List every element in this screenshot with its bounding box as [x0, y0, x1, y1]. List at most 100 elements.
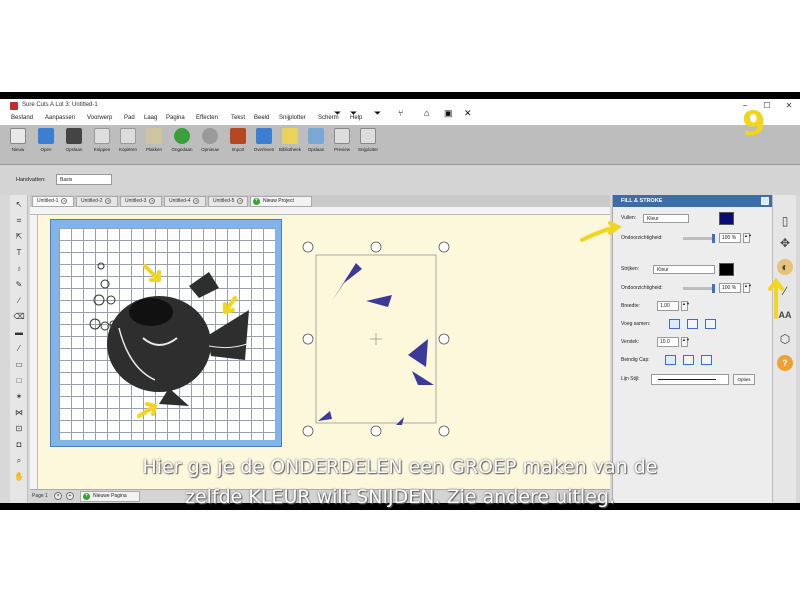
open-button[interactable]: Open: [34, 128, 58, 152]
fill-color-swatch[interactable]: [719, 212, 734, 225]
library-button[interactable]: Bibliotheek: [278, 128, 302, 152]
tab-untitled-3[interactable]: Untitled-3 ×: [120, 196, 162, 207]
trace-button[interactable]: Overleven: [252, 128, 276, 152]
cut-button[interactable]: Knippen: [90, 128, 114, 152]
text-panel-icon[interactable]: AA: [777, 307, 793, 323]
miter-input[interactable]: 10.0: [657, 337, 679, 347]
cap-butt-button[interactable]: [665, 355, 676, 365]
miter-spinner[interactable]: ▲▼: [681, 337, 690, 347]
vertical-ruler: [30, 215, 38, 489]
stroke-opacity-slider[interactable]: [683, 284, 715, 293]
stroke-opacity-input[interactable]: 100 %: [719, 283, 741, 293]
tab-close-icon[interactable]: ×: [105, 197, 112, 204]
join-round-button[interactable]: [687, 319, 698, 329]
tab-untitled-2[interactable]: Untitled-2 ×: [76, 196, 118, 207]
weld-tool-icon[interactable]: ⋈: [13, 407, 25, 419]
frame-tool-icon[interactable]: ◘: [13, 439, 25, 451]
new-button[interactable]: Nieuw: [6, 128, 30, 152]
tab-close-icon[interactable]: ×: [193, 197, 200, 204]
save-button[interactable]: Opslaan: [62, 128, 86, 152]
document-tabs: Untitled-1 × Untitled-2 × Untitled-3 × Unti…: [30, 195, 610, 207]
panel-close-icon[interactable]: [761, 197, 769, 205]
tab-untitled-1[interactable]: Untitled-1 ×: [32, 196, 74, 207]
stroke-color-swatch[interactable]: [719, 263, 734, 276]
tab-close-icon[interactable]: ×: [149, 197, 156, 204]
width-spinner[interactable]: ▲▼: [681, 301, 690, 311]
new-document-icon: [10, 128, 26, 144]
blue-shape: [318, 411, 332, 421]
tool-palette: ↖ ⌗ ⇱ T ♁ ✎ ∕ ⌫ ▬ ⁄ ▭ □ ✶ ⋈ ⊡ ◘ ⌕ ✋: [10, 195, 28, 503]
hand-tool-icon[interactable]: ✋: [13, 471, 25, 483]
cap-square-button[interactable]: [701, 355, 712, 365]
annotation-arrow: [143, 264, 161, 282]
menu-bestand[interactable]: Bestand: [11, 115, 33, 121]
eraser-tool-icon[interactable]: ⌫: [13, 311, 25, 323]
blue-shape: [332, 263, 362, 301]
fill-type-select[interactable]: Kleur: [643, 214, 689, 223]
paste-button[interactable]: Plakken: [142, 128, 166, 152]
help-panel-icon[interactable]: ?: [777, 355, 793, 371]
rectangle-tool-icon[interactable]: □: [13, 375, 25, 387]
paint-tool-icon[interactable]: ♁: [13, 263, 25, 275]
selection-area[interactable]: [296, 235, 476, 445]
new-project-tab[interactable]: + Nieuw Project: [250, 196, 312, 207]
select-tool-icon[interactable]: ↖: [13, 199, 25, 211]
fill-opacity-spinner[interactable]: ▲▼: [743, 233, 752, 243]
fill-opacity-slider[interactable]: [683, 234, 715, 243]
fill-stroke-panel-icon[interactable]: ◐: [777, 259, 793, 275]
right-dock: ▯ ✥ ◐ ∕ AA ⬡ ?: [772, 195, 796, 503]
knife-tool-icon[interactable]: ▬: [13, 327, 25, 339]
document-panel-icon[interactable]: ▯: [777, 213, 793, 229]
fish-artwork[interactable]: [59, 228, 275, 440]
cap-round-button[interactable]: [683, 355, 694, 365]
star-tool-icon[interactable]: ✶: [13, 391, 25, 403]
stroke-type-select[interactable]: Kleur: [653, 265, 715, 274]
canvas[interactable]: [30, 207, 610, 489]
brush-tool-icon[interactable]: ∕: [13, 295, 25, 307]
menu-aanpassen[interactable]: Aanpassen: [45, 115, 75, 121]
menu-pad[interactable]: Pad: [124, 115, 135, 121]
close-icon[interactable]: ✕: [464, 108, 472, 119]
handles-select[interactable]: Basis: [56, 174, 112, 185]
pencil-tool-icon[interactable]: ✎: [13, 279, 25, 291]
crop-tool-icon[interactable]: ⌗: [13, 215, 25, 227]
copy-button[interactable]: Kopiëren: [116, 128, 140, 152]
menu-effecten[interactable]: Effecten: [196, 115, 218, 121]
menu-voorwerp[interactable]: Voorwerp: [87, 115, 112, 121]
menu-snijplotter[interactable]: Snijplotter: [279, 115, 306, 121]
menu-beeld[interactable]: Beeld: [254, 115, 269, 121]
eyedropper-tool-icon[interactable]: ⁄: [13, 343, 25, 355]
store-button[interactable]: Opslaan: [304, 128, 328, 152]
tab-untitled-4[interactable]: Untitled-4 ×: [164, 196, 206, 207]
width-input[interactable]: 1.00: [657, 301, 679, 311]
menu-pagina[interactable]: Pagina: [166, 115, 185, 121]
stroke-opacity-spinner[interactable]: ▲▼: [743, 283, 752, 293]
shape-tool-icon[interactable]: ▭: [13, 359, 25, 371]
undo-button[interactable]: Ongedaan: [170, 128, 194, 152]
node-tool-icon[interactable]: ⇱: [13, 231, 25, 243]
close-window-button[interactable]: ✕: [778, 99, 800, 113]
import-button[interactable]: Import: [226, 128, 250, 152]
funnel-icon: ⏷: [334, 108, 342, 118]
tab-close-icon[interactable]: ×: [237, 197, 244, 204]
fill-opacity-input[interactable]: 100 %: [719, 233, 741, 243]
preview-button[interactable]: Preview: [330, 128, 354, 152]
pen-panel-icon[interactable]: ∕: [777, 283, 793, 299]
menu-laag[interactable]: Laag: [144, 115, 157, 121]
options-button[interactable]: Opties: [733, 374, 755, 385]
align-tool-icon[interactable]: ⊡: [13, 423, 25, 435]
zoom-tool-icon[interactable]: ⌕: [13, 455, 25, 467]
join-bevel-button[interactable]: [705, 319, 716, 329]
tab-close-icon[interactable]: ×: [61, 197, 68, 204]
move-panel-icon[interactable]: ✥: [777, 235, 793, 251]
text-tool-icon[interactable]: T: [13, 247, 25, 259]
page-label[interactable]: Page 1: [32, 493, 48, 499]
menu-tekst[interactable]: Tekst: [231, 115, 245, 121]
join-miter-button[interactable]: [669, 319, 680, 329]
layers-panel-icon[interactable]: ⬡: [777, 331, 793, 347]
cutter-button[interactable]: Snijplotter: [356, 128, 380, 152]
miter-label: Verstek:: [621, 339, 640, 345]
linestyle-select[interactable]: [651, 374, 729, 385]
redo-button[interactable]: Opnieuw: [198, 128, 222, 152]
tab-untitled-5[interactable]: Untitled-5 ×: [208, 196, 248, 207]
